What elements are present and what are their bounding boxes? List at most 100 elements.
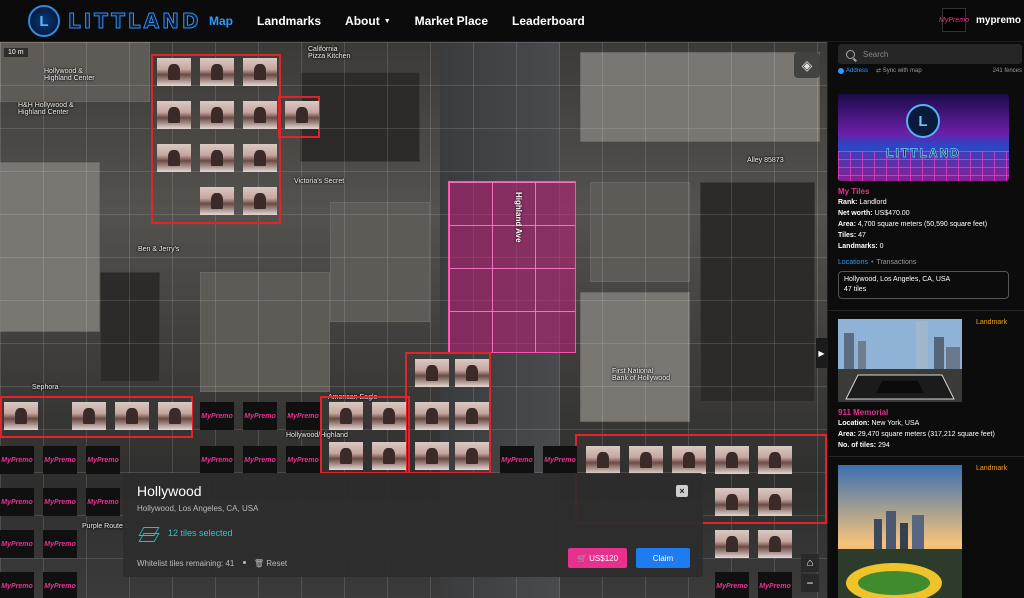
tab-locations[interactable]: Locations bbox=[838, 259, 868, 266]
owned-tile[interactable] bbox=[329, 402, 363, 430]
tab-separator: • bbox=[870, 259, 874, 266]
owned-tile[interactable] bbox=[329, 442, 363, 470]
owned-tile[interactable] bbox=[4, 402, 38, 430]
rank-value: Landlord bbox=[859, 199, 887, 206]
landmarks-row: Landmarks: 0 bbox=[838, 243, 884, 250]
owned-tile[interactable] bbox=[200, 187, 234, 215]
owned-tile[interactable]: MyPremo bbox=[286, 446, 320, 474]
owned-tile[interactable] bbox=[243, 58, 277, 86]
owned-tile[interactable] bbox=[372, 442, 406, 470]
selection-panel: Hollywood Hollywood, Los Angeles, CA, US… bbox=[123, 473, 703, 577]
owned-tile[interactable] bbox=[415, 442, 449, 470]
owned-tile[interactable]: MyPremo bbox=[0, 572, 34, 598]
owned-tile[interactable] bbox=[672, 446, 706, 474]
owned-tile[interactable]: MyPremo bbox=[286, 402, 320, 430]
owned-tile[interactable] bbox=[629, 446, 663, 474]
owned-tile[interactable] bbox=[200, 101, 234, 129]
home-icon[interactable]: ⌂ bbox=[801, 554, 819, 572]
owned-tile[interactable]: MyPremo bbox=[500, 446, 534, 474]
map-label-hollywood-highland: Hollywood & Highland Center bbox=[44, 68, 95, 82]
trash-icon[interactable]: 🗑 bbox=[254, 559, 264, 568]
layers-icon[interactable]: ◈ bbox=[794, 52, 820, 78]
owned-tile[interactable]: MyPremo bbox=[200, 446, 234, 474]
nav-link-map[interactable]: Map bbox=[209, 14, 233, 28]
search-icon bbox=[846, 49, 855, 59]
zoom-out-button[interactable]: − bbox=[801, 574, 819, 592]
owned-tile[interactable] bbox=[715, 488, 749, 516]
owned-tile[interactable] bbox=[586, 446, 620, 474]
landmark-location: New York, USA bbox=[871, 420, 920, 427]
owned-tile[interactable]: MyPremo bbox=[758, 572, 792, 598]
landmark-card[interactable]: Landmark 911 Memorial Location: New York… bbox=[828, 310, 1024, 464]
owned-tile[interactable]: MyPremo bbox=[715, 572, 749, 598]
address-radio[interactable] bbox=[838, 67, 844, 74]
owned-tile[interactable] bbox=[157, 58, 191, 86]
user-menu[interactable]: MyPremo mypremo bbox=[939, 8, 1021, 32]
search-input[interactable] bbox=[863, 49, 1013, 59]
owned-tile[interactable]: MyPremo bbox=[43, 572, 77, 598]
tile-brand: MyPremo bbox=[201, 412, 233, 420]
buy-price-button[interactable]: 🛒 US$120 bbox=[568, 548, 627, 568]
owned-tile[interactable] bbox=[415, 359, 449, 387]
owned-tile[interactable]: MyPremo bbox=[243, 402, 277, 430]
owned-tile[interactable]: MyPremo bbox=[86, 488, 120, 516]
owned-tile[interactable] bbox=[285, 101, 319, 129]
reset-button[interactable]: Reset bbox=[266, 559, 287, 568]
my-tiles-title: My Tiles bbox=[838, 187, 870, 196]
owned-tile[interactable]: MyPremo bbox=[200, 402, 234, 430]
owned-tile[interactable] bbox=[200, 144, 234, 172]
owned-tile[interactable]: MyPremo bbox=[86, 446, 120, 474]
map-label-alley: Alley 85873 bbox=[747, 157, 784, 164]
owned-tile[interactable]: MyPremo bbox=[243, 446, 277, 474]
nav-link-about[interactable]: About ▼ bbox=[345, 14, 391, 28]
search-options: Address ⇄ Sync with map 241 fences bbox=[838, 67, 1022, 74]
nav-link-leaderboard[interactable]: Leaderboard bbox=[512, 14, 585, 28]
owned-tile[interactable]: MyPremo bbox=[543, 446, 577, 474]
owned-tile[interactable] bbox=[200, 58, 234, 86]
owned-tile[interactable] bbox=[715, 530, 749, 558]
owned-tile[interactable] bbox=[455, 359, 489, 387]
sync-option[interactable]: Sync with map bbox=[883, 68, 922, 74]
owned-tile[interactable] bbox=[455, 442, 489, 470]
owned-tile[interactable] bbox=[243, 144, 277, 172]
owned-tile[interactable] bbox=[455, 402, 489, 430]
my-tiles-tabs: Locations • Transactions bbox=[838, 259, 916, 266]
owned-tile[interactable] bbox=[72, 402, 106, 430]
nav-link-market-place[interactable]: Market Place bbox=[415, 14, 488, 28]
landmark-tiles: 294 bbox=[878, 442, 890, 449]
logo[interactable]: L LITTLAND bbox=[28, 5, 202, 37]
owned-tile[interactable] bbox=[372, 402, 406, 430]
owned-tile[interactable] bbox=[158, 402, 192, 430]
networth-label: Net worth: bbox=[838, 210, 873, 217]
selected-tiles-zone[interactable] bbox=[448, 181, 576, 353]
tile-brand: MyPremo bbox=[759, 582, 791, 590]
owned-tile[interactable]: MyPremo bbox=[43, 530, 77, 558]
owned-tile[interactable]: MyPremo bbox=[43, 488, 77, 516]
owned-tile[interactable] bbox=[758, 446, 792, 474]
sidebar-toggle-icon[interactable]: ▶ bbox=[816, 338, 827, 368]
claim-button[interactable]: Claim bbox=[636, 548, 690, 568]
tiles-value: 47 bbox=[858, 232, 866, 239]
owned-tile[interactable] bbox=[758, 530, 792, 558]
tab-transactions[interactable]: Transactions bbox=[876, 259, 916, 266]
owned-tile[interactable] bbox=[758, 488, 792, 516]
owned-tile[interactable]: MyPremo bbox=[0, 446, 34, 474]
selection-subtitle: Hollywood, Los Angeles, CA, USA bbox=[137, 504, 259, 513]
sync-icon: ⇄ bbox=[876, 68, 883, 74]
owned-tile[interactable] bbox=[243, 187, 277, 215]
owned-tile[interactable] bbox=[157, 144, 191, 172]
owned-tile[interactable] bbox=[243, 101, 277, 129]
owned-tile[interactable]: MyPremo bbox=[0, 530, 34, 558]
address-option[interactable]: Address bbox=[846, 68, 868, 74]
landmark-card[interactable]: Landmark bbox=[828, 456, 1024, 598]
owned-tile[interactable]: MyPremo bbox=[0, 488, 34, 516]
close-icon[interactable]: × bbox=[676, 485, 688, 497]
nav-link-landmarks[interactable]: Landmarks bbox=[257, 14, 321, 28]
owned-tile[interactable] bbox=[157, 101, 191, 129]
location-item[interactable]: Hollywood, Los Angeles, CA, USA 47 tiles bbox=[838, 271, 1009, 299]
owned-tile[interactable] bbox=[415, 402, 449, 430]
logo-text: LITTLAND bbox=[68, 9, 202, 34]
owned-tile[interactable]: MyPremo bbox=[43, 446, 77, 474]
owned-tile[interactable] bbox=[715, 446, 749, 474]
owned-tile[interactable] bbox=[115, 402, 149, 430]
